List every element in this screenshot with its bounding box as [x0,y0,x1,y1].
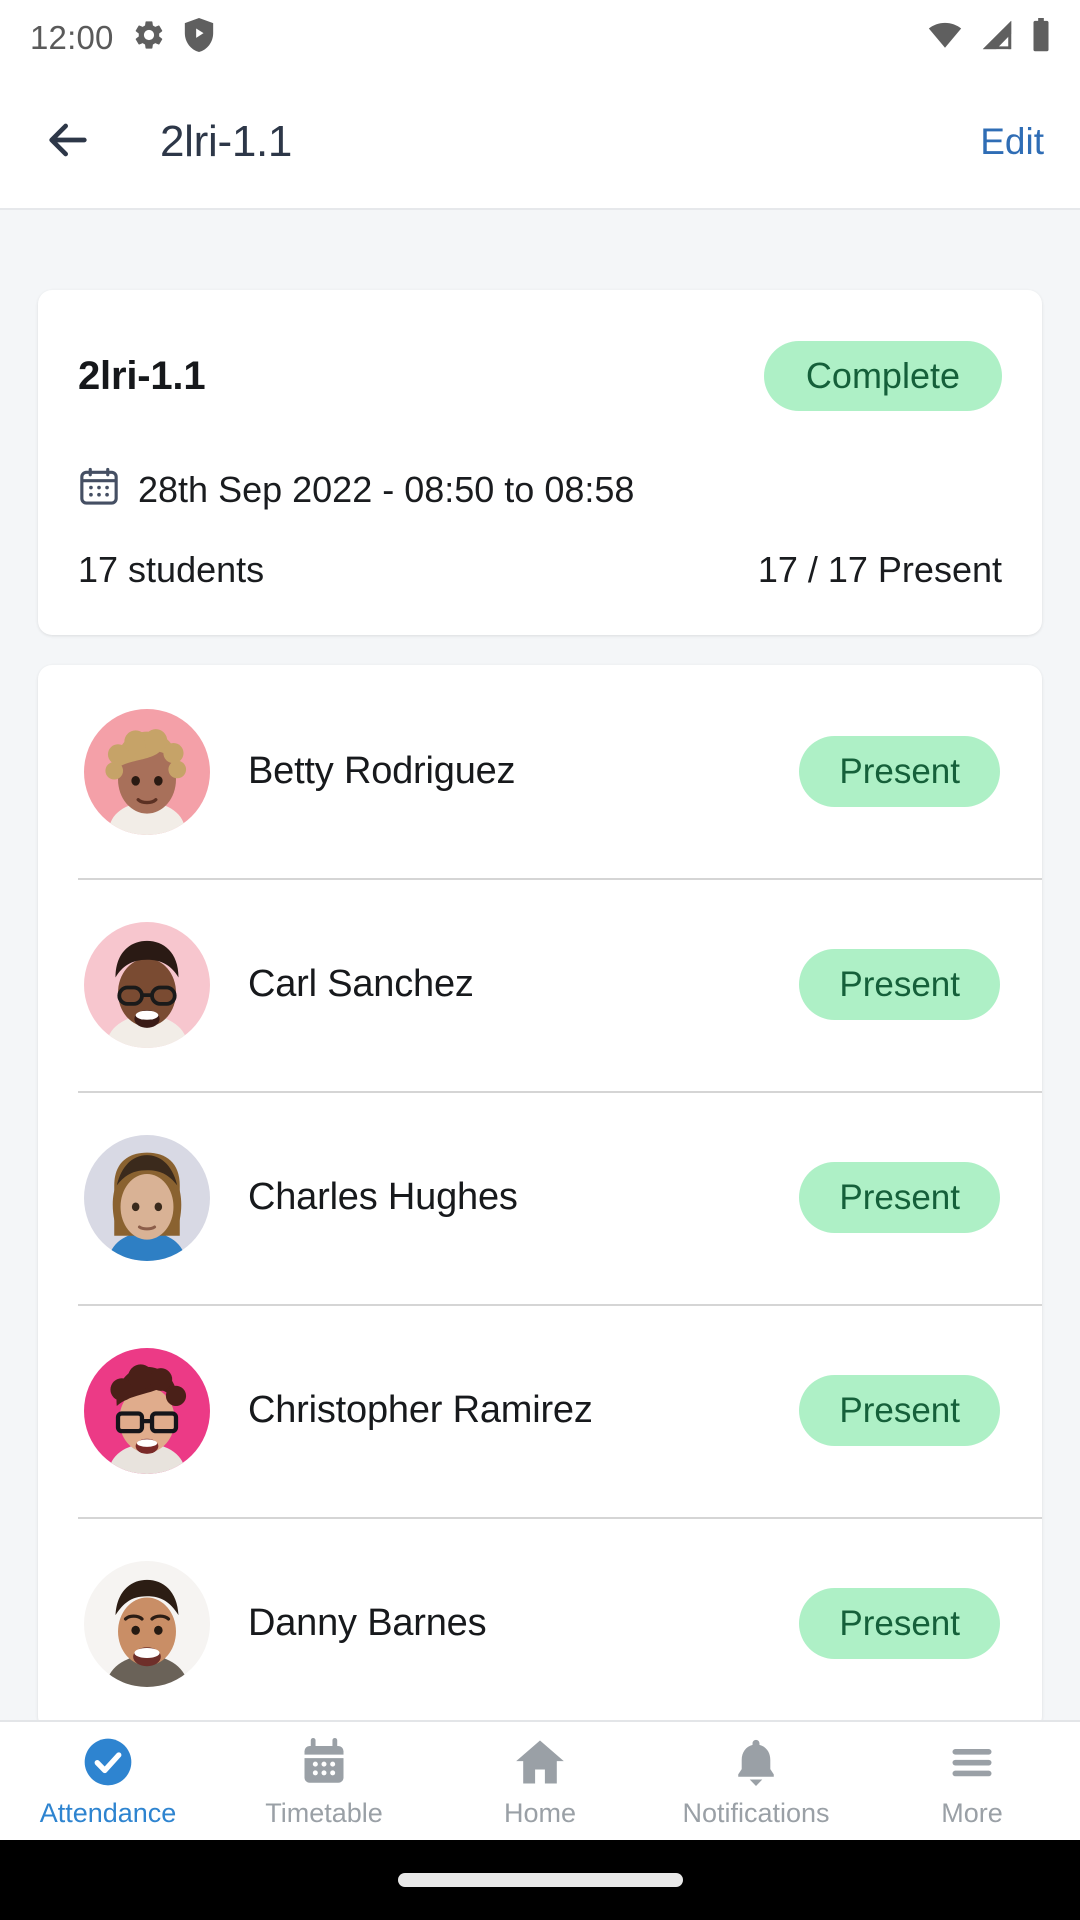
nav-label: Notifications [682,1797,830,1828]
status-bar-left: 12:00 [30,18,214,57]
avatar [84,708,210,835]
table-row[interactable]: Carl Sanchez Present [38,878,1042,1091]
nav-item-home[interactable]: Home [432,1734,648,1829]
back-button[interactable] [40,107,110,177]
page-title: 2lri-1.1 [160,116,293,166]
nav-label: More [941,1797,1003,1828]
table-row[interactable]: Betty Rodriguez Present [38,665,1042,878]
nav-label: Timetable [265,1797,383,1828]
student-list-card: Betty Rodriguez Present Carl Sanchez Pre [38,665,1042,1720]
attendance-status-badge[interactable]: Present [799,1162,1000,1233]
cellular-signal-icon [978,18,1016,57]
calendar-icon [298,1734,350,1790]
nav-label: Attendance [39,1797,177,1828]
bottom-navigation-bar: Attendance Timetable Home Notifications [0,1720,1080,1840]
student-count-label: 17 students [78,549,265,590]
student-name: Carl Sanchez [248,963,474,1005]
check-circle-icon [80,1734,136,1790]
student-name: Betty Rodriguez [248,750,516,792]
home-icon [512,1734,568,1790]
student-name: Danny Barnes [248,1602,487,1644]
nav-item-notifications[interactable]: Notifications [648,1734,864,1829]
table-row[interactable]: Christopher Ramirez Present [38,1304,1042,1517]
gesture-pill[interactable] [397,1873,683,1887]
summary-header-row: 2lri-1.1 Complete [78,336,1002,416]
gear-icon [132,18,166,57]
app-header: 2lri-1.1 Edit [0,75,1080,210]
system-gesture-bar [0,1840,1080,1920]
attendance-status-badge[interactable]: Present [799,949,1000,1020]
arrow-left-icon [40,112,96,171]
edit-button[interactable]: Edit [980,121,1044,163]
session-title: 2lri-1.1 [78,353,206,398]
nav-item-timetable[interactable]: Timetable [216,1734,432,1829]
attendance-status-badge[interactable]: Present [799,736,1000,807]
nav-item-attendance[interactable]: Attendance [0,1734,216,1829]
present-count-label: 17 / 17 Present [757,549,1002,590]
table-row[interactable]: Charles Hughes Present [38,1091,1042,1304]
scroll-content[interactable]: 2lri-1.1 Complete 28th Sep 2022 - 08:50 … [0,212,1080,1720]
status-bar-clock: 12:00 [30,18,114,56]
wifi-icon [926,18,964,57]
avatar [84,921,210,1048]
avatar [84,1134,210,1261]
avatar [84,1347,210,1474]
nav-item-more[interactable]: More [864,1734,1080,1829]
attendance-status-badge[interactable]: Present [799,1588,1000,1659]
bell-icon [730,1734,782,1790]
status-bar: 12:00 [0,0,1080,75]
student-name: Charles Hughes [248,1176,518,1218]
status-bar-right [926,18,1052,57]
session-datetime: 28th Sep 2022 - 08:50 to 08:58 [138,468,635,510]
summary-counts-row: 17 students 17 / 17 Present [78,549,1002,591]
calendar-icon [78,466,120,513]
session-summary-card: 2lri-1.1 Complete 28th Sep 2022 - 08:50 … [38,290,1042,635]
student-name: Christopher Ramirez [248,1389,593,1431]
attendance-status-badge[interactable]: Present [799,1375,1000,1446]
status-badge: Complete [763,341,1002,411]
session-date-row: 28th Sep 2022 - 08:50 to 08:58 [78,466,1002,513]
avatar [84,1560,210,1687]
hamburger-menu-icon [946,1734,998,1790]
battery-icon [1030,18,1052,57]
nav-label: Home [503,1797,577,1828]
play-protect-shield-icon [184,18,214,57]
table-row[interactable]: Danny Barnes Present [38,1517,1042,1720]
